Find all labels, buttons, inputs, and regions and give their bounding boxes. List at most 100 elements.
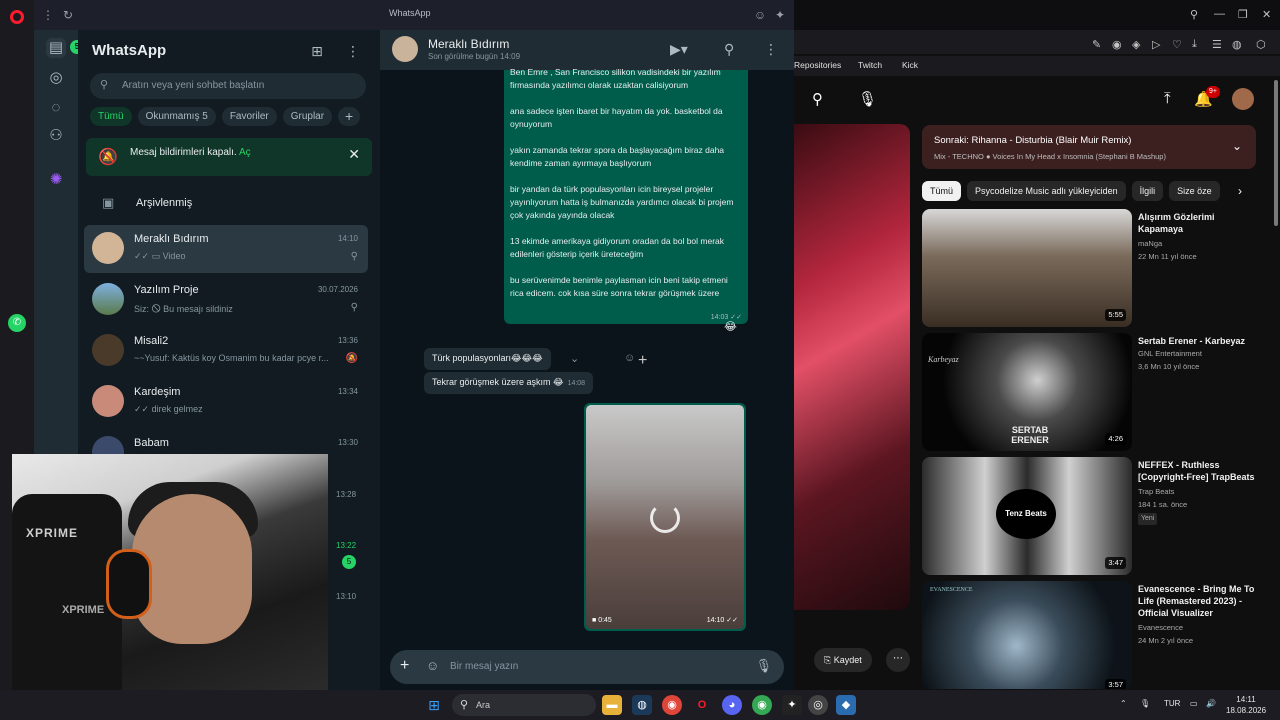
system-clock[interactable]: 14:11 18.08.2026 bbox=[1226, 694, 1266, 716]
download-icon[interactable]: ⤓ bbox=[1192, 38, 1197, 51]
video-thumbnail[interactable]: 5:55 bbox=[922, 209, 1132, 327]
chip-for-you[interactable]: Size öze bbox=[1169, 181, 1220, 201]
filter-all[interactable]: Tümü bbox=[90, 107, 132, 126]
close-icon[interactable]: ✕ bbox=[348, 146, 360, 163]
microphone-icon[interactable]: 🎙 bbox=[1140, 699, 1150, 708]
heart-icon[interactable]: ♡ bbox=[1172, 38, 1182, 51]
menu-icon[interactable]: ⋮ bbox=[344, 42, 362, 60]
enable-notifications-link[interactable]: Aç bbox=[239, 147, 251, 158]
search-icon[interactable]: ⚲ bbox=[1190, 8, 1198, 21]
video-title[interactable]: NEFFEX - Ruthless [Copyright-Free] TrapB… bbox=[1138, 459, 1262, 483]
emoji-settings-icon[interactable]: ☺ bbox=[750, 5, 770, 25]
video-message[interactable]: ■ 0:45 14:10 ✓✓ bbox=[584, 403, 746, 631]
file-explorer-icon[interactable]: ▬ bbox=[602, 695, 622, 715]
language-indicator[interactable]: TUR bbox=[1164, 699, 1180, 708]
filter-favorites[interactable]: Favoriler bbox=[221, 107, 277, 126]
network-icon[interactable]: ▭ bbox=[1190, 699, 1198, 708]
bookmark-kick[interactable]: Kick bbox=[902, 60, 918, 70]
whatsapp-sidebar-icon[interactable]: ✆ bbox=[8, 314, 26, 332]
microphone-icon[interactable]: 🎙 bbox=[755, 658, 772, 674]
communities-icon[interactable]: ⚇ bbox=[46, 126, 66, 146]
chip-related[interactable]: İlgili bbox=[1131, 181, 1164, 201]
video-title[interactable]: Alışırım Gözlerimi Kapamaya bbox=[1138, 211, 1262, 235]
discord-icon[interactable]: ◕ bbox=[722, 695, 742, 715]
taskbar-search[interactable]: ⚲ Ara bbox=[452, 694, 596, 716]
video-thumbnail[interactable]: ■ 0:45 14:10 ✓✓ bbox=[586, 405, 744, 629]
incoming-message[interactable]: Türk populasyonları😂😂😂 bbox=[424, 348, 551, 370]
reload-icon[interactable]: ↻ bbox=[58, 5, 78, 25]
menu-icon[interactable]: ⋮ bbox=[764, 41, 778, 58]
maximize-icon[interactable]: ❐ bbox=[1238, 8, 1248, 21]
minimize-icon[interactable]: — bbox=[1214, 8, 1225, 20]
recommendation-item[interactable]: Tenz Beats 3:47 NEFFEX - Ruthless [Copyr… bbox=[922, 457, 1262, 575]
volume-icon[interactable]: 🔊 bbox=[1206, 699, 1216, 708]
chats-icon[interactable]: ▤ 5 bbox=[46, 38, 84, 58]
video-call-icon[interactable]: ▶▾ bbox=[670, 41, 688, 58]
archived-row[interactable]: ▣ Arşivlenmiş bbox=[78, 185, 374, 221]
search-icon[interactable]: ⚲ bbox=[812, 90, 823, 108]
chat-row[interactable]: Misali2 13:36 ~~Yusuf: Kaktüs koy Osmani… bbox=[84, 327, 368, 375]
menu-dots-icon[interactable]: ⋮ bbox=[38, 5, 58, 25]
filter-unread[interactable]: Okunmamış 5 bbox=[137, 107, 216, 126]
camera-icon[interactable]: ◉ bbox=[1112, 38, 1122, 51]
app-icon[interactable]: ✦ bbox=[782, 695, 802, 715]
chrome-icon[interactable]: ◉ bbox=[662, 695, 682, 715]
avatar[interactable] bbox=[392, 36, 418, 62]
pin-panel-icon[interactable]: ✦ bbox=[770, 5, 790, 25]
up-next-panel[interactable]: Sonraki: Rihanna - Disturbia (Blair Muir… bbox=[922, 125, 1256, 169]
chat-row[interactable]: Kardeşim 13:34 ✓✓ direk gelmez bbox=[84, 378, 368, 426]
opera-icon[interactable]: O bbox=[692, 695, 712, 715]
chip-all[interactable]: Tümü bbox=[922, 181, 962, 201]
start-button-icon[interactable]: ⊞ bbox=[424, 695, 444, 715]
menu-icon[interactable]: ☰ bbox=[1212, 38, 1222, 51]
chevron-down-icon[interactable]: ⌄ bbox=[570, 352, 579, 365]
outgoing-message[interactable]: Ben Emre , San Francisco silikon vadisin… bbox=[504, 67, 748, 324]
search-input[interactable]: ⚲ Aratın veya yeni sohbet başlatın bbox=[90, 73, 366, 99]
message-input[interactable]: + ☺ Bir mesaj yazın 🎙 bbox=[390, 650, 784, 684]
video-title[interactable]: Sertab Erener - Karbeyaz bbox=[1138, 335, 1262, 347]
extension-icon[interactable]: ⬡ bbox=[1256, 38, 1266, 51]
emoji-icon[interactable]: ☺ bbox=[426, 658, 439, 673]
status-icon[interactable]: ◎ bbox=[46, 68, 66, 88]
bookmark-repositories[interactable]: Repositories bbox=[794, 60, 841, 70]
video-thumbnail[interactable]: Karbeyaz SERTAB ERENER 4:26 bbox=[922, 333, 1132, 451]
save-button[interactable]: ⎘ Kaydet bbox=[814, 648, 872, 672]
page-scrollbar[interactable] bbox=[1274, 80, 1278, 226]
react-emoji-icon[interactable]: ☺ bbox=[624, 352, 635, 364]
bookmark-twitch[interactable]: Twitch bbox=[858, 60, 882, 70]
channel-name[interactable]: Evanescence bbox=[1138, 623, 1183, 632]
add-filter-button[interactable]: + bbox=[338, 107, 361, 126]
filter-groups[interactable]: Gruplar bbox=[282, 107, 333, 126]
video-player[interactable] bbox=[794, 124, 910, 610]
video-title[interactable]: Evanescence - Bring Me To Life (Remaster… bbox=[1138, 583, 1262, 619]
search-icon[interactable]: ⚲ bbox=[724, 41, 734, 58]
incoming-message[interactable]: Tekrar görüşmek üzere aşkım 😂 14:08 bbox=[424, 372, 594, 394]
channel-name[interactable]: GNL Entertainment bbox=[1138, 349, 1202, 358]
close-icon[interactable]: ✕ bbox=[1262, 8, 1271, 21]
opera-logo-icon[interactable] bbox=[10, 10, 24, 24]
obs-icon[interactable]: ◎ bbox=[808, 695, 828, 715]
chat-row[interactable]: Yazılım Proje 30.07.2026 Siz: 🛇 Bu mesaj… bbox=[84, 276, 368, 324]
recommendation-item[interactable]: Karbeyaz SERTAB ERENER 4:26 Sertab Erene… bbox=[922, 333, 1262, 451]
avatar[interactable] bbox=[1232, 88, 1254, 110]
channel-name[interactable]: Trap Beats bbox=[1138, 487, 1174, 496]
channels-icon[interactable]: ◌ bbox=[46, 98, 66, 118]
chevron-right-icon[interactable]: › bbox=[1238, 184, 1242, 198]
shield-icon[interactable]: ◈ bbox=[1132, 38, 1140, 51]
reaction-emoji[interactable]: 😂 bbox=[724, 320, 737, 333]
new-chat-icon[interactable]: ⊞ bbox=[308, 42, 326, 60]
video-thumbnail[interactable]: Tenz Beats 3:47 bbox=[922, 457, 1132, 575]
chevron-up-icon[interactable]: ⌃ bbox=[1120, 699, 1127, 708]
microphone-icon[interactable]: 🎙 bbox=[858, 90, 877, 108]
play-icon[interactable]: ▷ bbox=[1152, 38, 1160, 51]
chrome-alt-icon[interactable]: ◉ bbox=[752, 695, 772, 715]
steam-icon[interactable]: ◍ bbox=[632, 695, 652, 715]
more-actions-button[interactable]: ⋯ bbox=[886, 648, 910, 672]
chat-row[interactable]: Meraklı Bıdırım 14:10 ✓✓ ▭ Video ⚲ bbox=[84, 225, 368, 273]
chip-uploader[interactable]: Psycodelize Music adlı yükleyiciden bbox=[967, 181, 1126, 201]
video-thumbnail[interactable]: EVANESCENCE 3:57 bbox=[922, 581, 1132, 689]
conversation-header[interactable]: Meraklı Bıdırım Son görülme bugün 14:09 … bbox=[380, 30, 794, 70]
recommendation-item[interactable]: 5:55 Alışırım Gözlerimi Kapamaya maNga 2… bbox=[922, 209, 1262, 327]
recommendation-item[interactable]: EVANESCENCE 3:57 Evanescence - Bring Me … bbox=[922, 581, 1262, 689]
edit-icon[interactable]: ✎ bbox=[1092, 38, 1101, 51]
